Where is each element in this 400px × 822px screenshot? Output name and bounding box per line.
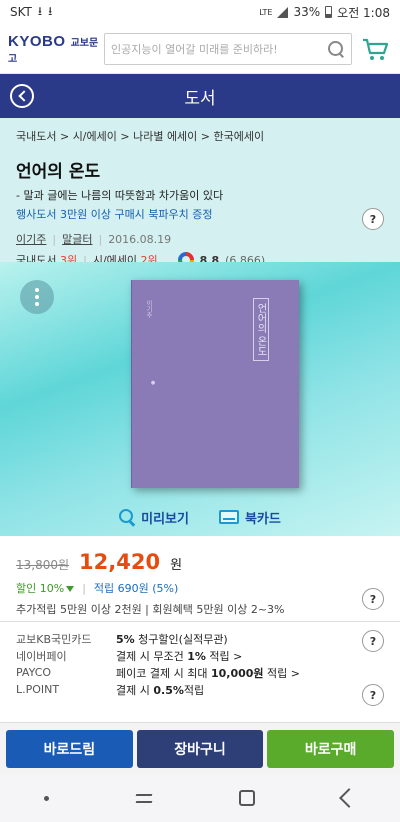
publish-date: 2016.08.19: [108, 232, 172, 246]
promo-text[interactable]: 행사도서 3만원 이상 구매시 북파우치 증정: [16, 206, 384, 222]
breadcrumb[interactable]: 국내도서 > 시/에세이 > 나라별 에세이 > 한국에세이: [16, 128, 384, 144]
benefit-row[interactable]: 네이버페이 결제 시 무조건 1% 적립 >: [16, 647, 384, 664]
buy-now-button[interactable]: 바로구매: [267, 730, 395, 768]
preview-bar: 미리보기 북카드: [0, 502, 400, 532]
status-bar: SKT ⭳ ⭳ LTE 33% 오전 1:08: [0, 0, 400, 24]
sale-price: 12,420: [79, 550, 161, 574]
help-button[interactable]: ?: [362, 684, 384, 706]
discount-label: 할인 10%: [16, 580, 75, 596]
benefit-row[interactable]: PAYCO 페이코 결제 시 최대 10,000원 적립 >: [16, 664, 384, 681]
page-title-bar: 도서: [0, 74, 400, 118]
search-icon[interactable]: [327, 40, 345, 58]
page-title: 도서: [184, 88, 216, 109]
original-price: 13,800원: [16, 558, 70, 572]
back-icon[interactable]: [339, 788, 360, 808]
publisher-link[interactable]: 말글터: [62, 231, 92, 247]
add-to-cart-button[interactable]: 장바구니: [136, 730, 264, 768]
carrier-label: SKT: [10, 5, 32, 19]
system-nav-bar: [0, 774, 400, 822]
points-label: 적립 690원 (5%): [93, 582, 179, 595]
back-arrow-icon: [17, 90, 30, 102]
cover-title: 언어의 온도: [253, 298, 269, 362]
help-button[interactable]: ?: [362, 588, 384, 610]
download-icon: ⭳: [48, 3, 53, 18]
search-input[interactable]: 인공지능이 열어갈 미래를 준비하라!: [104, 32, 352, 65]
book-cover[interactable]: 이기주 ● 언어의 온도: [131, 280, 299, 488]
price-section: 13,800원 12,420 원 할인 10% | 적립 690원 (5%) 추…: [0, 536, 400, 622]
clock: 오전 1:08: [337, 5, 390, 20]
book-title: 언어의 온도: [16, 162, 101, 182]
currency-label: 원: [170, 558, 183, 573]
signal-icon: [277, 6, 289, 18]
download-icon: ⭳: [37, 3, 43, 18]
card-icon: [218, 510, 239, 524]
direct-pickup-button[interactable]: 바로드림: [6, 730, 133, 768]
kyobo-logo[interactable]: KYOBO 교보문고: [0, 33, 100, 65]
battery-icon: [325, 6, 333, 18]
magnifier-icon: [119, 509, 135, 525]
action-bar: 바로드림 장바구니 바로구매: [0, 722, 400, 774]
cart-icon[interactable]: [360, 34, 390, 64]
search-placeholder: 인공지능이 열어갈 미래를 준비하라!: [111, 42, 278, 56]
cover-ornament: ●: [150, 380, 156, 387]
cover-area: 이기주 ● 언어의 온도 미리보기 북카드: [0, 262, 400, 536]
top-bar: KYOBO 교보문고 인공지능이 열어갈 미래를 준비하라!: [0, 24, 400, 74]
bookcard-button[interactable]: 북카드: [218, 508, 281, 527]
benefit-row: 교보KB국민카드 5% 청구할인(실적무관): [16, 632, 228, 646]
extra-points: 추가적립 5만원 이상 2천원 | 회원혜택 5만원 이상 2~3%: [16, 603, 285, 616]
help-button[interactable]: ?: [362, 208, 384, 230]
lte-label: LTE: [259, 7, 273, 17]
book-info: 국내도서 > 시/에세이 > 나라별 에세이 > 한국에세이 언어의 온도 - …: [0, 118, 400, 268]
home-icon[interactable]: [239, 790, 256, 806]
book-meta: 이기주 | 말글터 | 2016.08.19: [16, 231, 172, 247]
cover-author: 이기주: [145, 300, 152, 318]
battery-percent: 33%: [293, 5, 321, 19]
assistant-dot-icon[interactable]: [43, 795, 49, 801]
benefit-row: L.POINT 결제 시 0.5%적립: [16, 683, 205, 697]
help-button[interactable]: ?: [362, 630, 384, 652]
benefits-list: 교보KB국민카드 5% 청구할인(실적무관) 네이버페이 결제 시 무조건 1%…: [0, 622, 400, 722]
book-subtitle: - 말과 글에는 나름의 따뜻함과 차가움이 있다: [16, 189, 224, 202]
author-link[interactable]: 이기주: [16, 231, 46, 247]
preview-button[interactable]: 미리보기: [119, 508, 189, 527]
recent-apps-icon[interactable]: [136, 791, 152, 805]
down-arrow-icon: [66, 586, 75, 592]
back-button[interactable]: [10, 84, 34, 108]
more-options-button[interactable]: [20, 280, 54, 314]
